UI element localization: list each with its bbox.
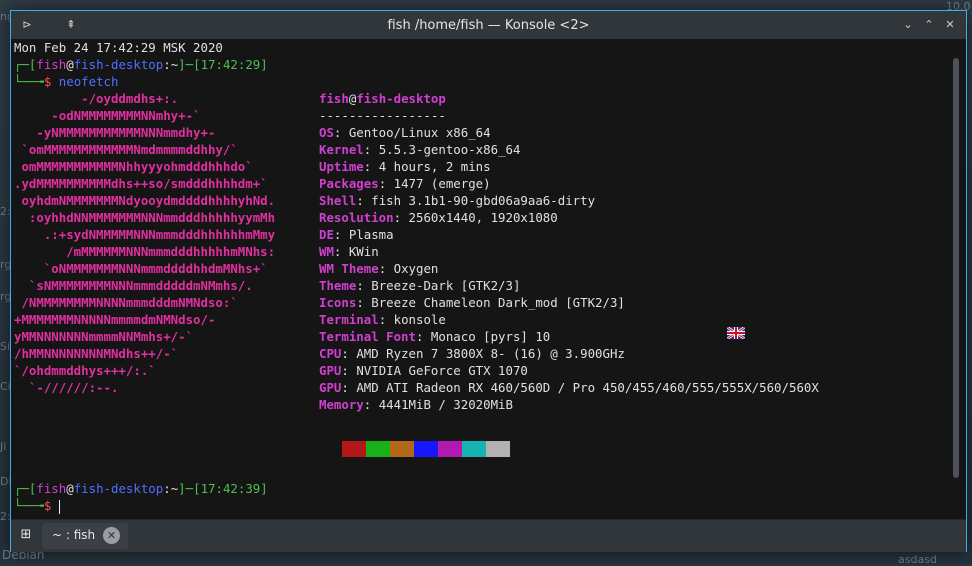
info-separator: ----------------- [319,108,446,123]
ascii-art-line: oyhdmNMMMMMMMNdyooydmddddhhhhyhNd. [14,193,276,208]
ascii-art-line: .ydMMMMMMMMMMdhs++so/smdddhhhhdm+` [14,176,268,191]
ascii-art-line: -odNMMMMMMMMNNmhy+-` [14,108,201,123]
ascii-art-line: -/oyddmdhs+:. [14,91,179,106]
prompt-user: fish [36,57,67,72]
uk-flag-icon [727,327,745,339]
ascii-art-line: `/ohdmmddhys+++/:.` [14,363,156,378]
color-swatch [342,441,366,457]
ascii-art-line: /hMMNNNNNNNNMNdhs++/-` [14,346,179,361]
color-swatch [414,441,438,457]
ascii-art-line: :oyhhdNNMMMMMMMNNNmmdddhhhhhyymMh [14,210,276,225]
ascii-art-line: omMMMMMMMMMMMNhhyyyohmdddhhhdo` [14,159,253,174]
tab-fish[interactable]: ~ : fish ✕ [42,523,128,549]
prompt-time: 17:42:29 [200,57,261,72]
ascii-art-line: -yNMMMMMMMMMMMNNNmmdhy+- [14,125,216,140]
command-text: neofetch [58,74,119,89]
prompt-host: fish-desktop [73,57,164,72]
prompt-line-2: ┌─[fish@fish-desktop:~]─[17:42:39] [14,481,268,496]
background-text: Ji [0,440,7,453]
info-header: fish@fish-desktop [319,91,446,106]
ascii-art-line: `-//////:--. [14,380,119,395]
scrollbar[interactable] [946,39,966,519]
command-line-2[interactable]: └──╼$ [14,497,60,514]
color-swatch [366,441,390,457]
scrollbar-thumb[interactable] [953,58,959,478]
ascii-art-line: .:+sydNMMMMMNNNmmmdddhhhhhhmMmy [14,227,276,242]
info-row: Kernel: 5.5.3-gentoo-x86_64 [319,142,521,157]
info-row: Shell: fish 3.1b1-90-gbd06a9aa6-dirty [319,193,596,208]
tab-bar: ⊞ ~ : fish ✕ [11,519,966,552]
info-row: Packages: 1477 (emerge) [319,176,491,191]
color-swatch [438,441,462,457]
date-output: Mon Feb 24 17:42:29 MSK 2020 [14,40,223,55]
color-swatch [462,441,486,457]
ascii-art-line: /mMMMMMMNNNmmmdddhhhhhmMNhs: [14,244,276,259]
color-swatch [486,441,510,457]
prompt-at: @ [66,57,74,72]
ascii-art-line: +MMMMMMMNNNNNmmmmdmNMNdso/- [14,312,216,327]
info-row: DE: Plasma [319,227,394,242]
title-bar[interactable]: ⊳ ⇞ fish /home/fish — Konsole <2> ⌄ ⌃ ✕ [11,11,966,39]
ascii-art-line: `omMMMMMMMMMMMMNmdmmmmddhhy/` [14,142,238,157]
info-row: Uptime: 4 hours, 2 mins [319,159,491,174]
window-title: fish /home/fish — Konsole <2> [387,18,590,33]
info-row: GPU: NVIDIA GeForce GTX 1070 [319,363,528,378]
command-line-1: └──╼$ neofetch [14,74,119,89]
maximize-icon[interactable]: ⌃ [921,17,937,33]
ascii-art-line: /NMMMMMMMMNNNNmmmdddmNMNdso:` [14,295,238,310]
text-cursor [58,499,60,514]
info-row: GPU: AMD ATI Radeon RX 460/560D / Pro 45… [319,380,819,395]
minimize-icon[interactable]: ⌄ [900,17,916,33]
info-row: CPU: AMD Ryzen 7 3800X 8- (16) @ 3.900GH… [319,346,625,361]
info-row: Resolution: 2560x1440, 1920x1080 [319,210,558,225]
info-row: WM: KWin [319,244,379,259]
prompt-line-1: ┌─[fish@fish-desktop:~]─[17:42:29] [14,57,268,72]
background-text: asdasd [898,553,937,566]
ascii-art-line: `oNMMMMMMMNNNmmmddddhhdmMNhs+` [14,261,268,276]
prompt-decoration: ┌─[ [14,57,37,72]
background-text: Si [0,340,11,353]
prompt-symbol: $ [43,74,52,89]
info-row: WM Theme: Oxygen [319,261,439,276]
info-row: OS: Gentoo/Linux x86_64 [319,125,491,140]
info-row: Theme: Breeze-Dark [GTK2/3] [319,278,521,293]
tab-label: ~ : fish [52,528,96,542]
new-tab-icon[interactable]: ⊞ [17,526,35,544]
close-icon[interactable]: ✕ [942,17,958,33]
close-tab-icon[interactable]: ✕ [103,527,120,544]
ascii-art-line: `sNMMMMMMMMNNNmmmdddddmNMmhs/. [14,278,253,293]
info-row: Icons: Breeze Chameleon Dark_mod [GTK2/3… [319,295,625,310]
info-row: Memory: 4441MiB / 32020MiB [319,397,513,412]
ascii-art-line: yMMNNNNNNNmmmmNNMmhs+/-` [14,329,194,344]
konsole-window: ⊳ ⇞ fish /home/fish — Konsole <2> ⌄ ⌃ ✕ … [10,10,967,552]
color-swatch [390,441,414,457]
terminal-view[interactable]: Mon Feb 24 17:42:29 MSK 2020 ┌─[fish@fis… [11,39,946,519]
info-row: Terminal Font: Monaco [pyrs] 10 [319,329,551,344]
info-row: Terminal: konsole [319,312,446,327]
